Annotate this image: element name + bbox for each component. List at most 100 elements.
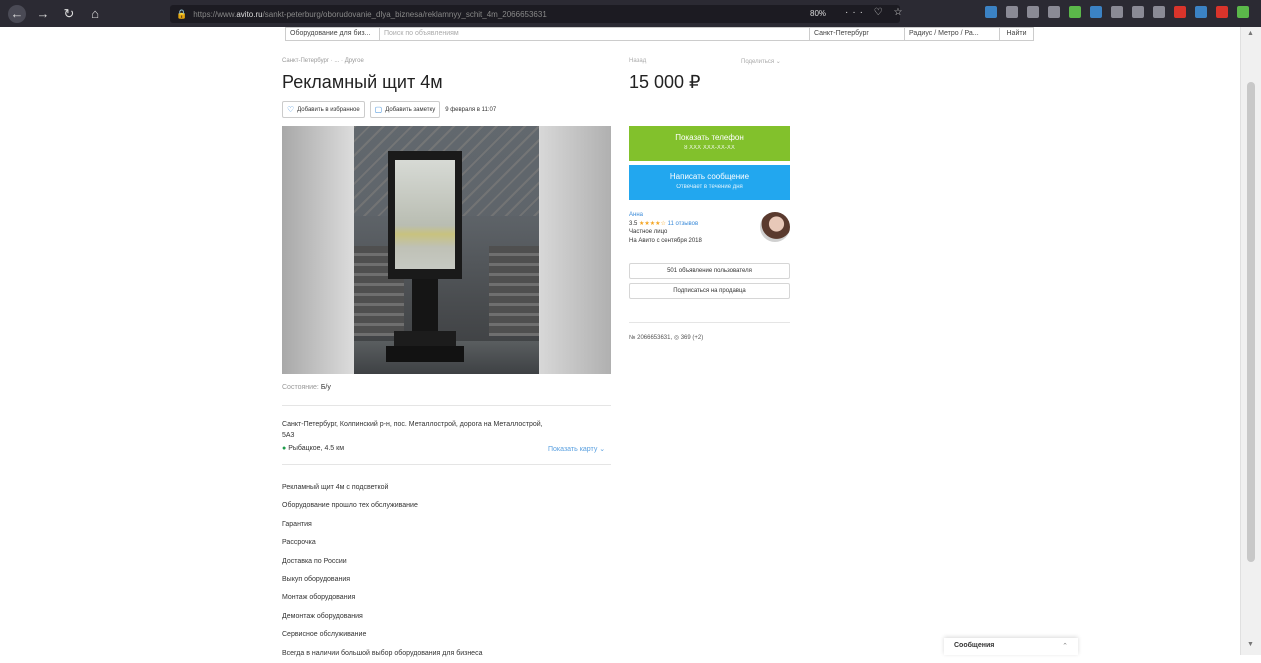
- description-line: Выкуп оборудования: [282, 575, 351, 583]
- description-line: Гарантия: [282, 520, 312, 528]
- forward-arrow-icon[interactable]: →: [34, 5, 52, 23]
- add-favorite-button[interactable]: ♡ Добавить в избранное: [282, 101, 365, 118]
- download-icon[interactable]: [985, 6, 997, 18]
- scroll-down-icon[interactable]: ▼: [1247, 641, 1254, 648]
- extension-green-icon[interactable]: [1069, 6, 1081, 18]
- search-bar: Оборудование для биз... Поиск по объявле…: [285, 27, 1034, 41]
- home-icon[interactable]: ⌂: [86, 5, 104, 23]
- scroll-up-icon[interactable]: ▲: [1247, 30, 1254, 37]
- seller-rating: 3.5 ★★★★☆ 11 отзывов: [629, 220, 702, 229]
- extension-blue-icon[interactable]: [1090, 6, 1102, 18]
- add-note-button[interactable]: ▢ Добавить заметку: [369, 101, 441, 118]
- show-phone-label: Показать телефон: [675, 133, 744, 142]
- url-path: /sankt-peterburg/oborudovanie_dlya_bizne…: [262, 9, 547, 19]
- description-line: Рекламный щит 4м с подсветкой: [282, 484, 389, 491]
- rating-stars-icon: ★★★★☆: [639, 220, 666, 227]
- rating-value: 3.5: [629, 220, 638, 227]
- seller-ads-button[interactable]: 501 объявление пользователя: [629, 263, 790, 279]
- city-select[interactable]: Санкт-Петербург: [810, 27, 905, 41]
- zoom-level[interactable]: 80%: [810, 9, 826, 18]
- seller-type: Частное лицо: [629, 229, 668, 235]
- ad-number: № 2066653631,: [629, 335, 673, 341]
- main-photo[interactable]: [354, 126, 539, 374]
- lock-icon: 🔒: [176, 8, 188, 19]
- divider: [282, 464, 611, 465]
- breadcrumb[interactable]: Санкт-Петербург · ... · Другое: [282, 58, 364, 64]
- sidebar-icon[interactable]: [1027, 6, 1039, 18]
- add-note-label: Добавить заметку: [385, 106, 436, 113]
- screenshot-icon[interactable]: [1153, 6, 1165, 18]
- heart-icon: ♡: [287, 105, 295, 114]
- photo-shelf-right: [489, 246, 539, 336]
- metro-dot-icon: ●: [282, 445, 287, 452]
- page-title: Рекламный щит 4м: [282, 72, 443, 92]
- url-host: avito.ru: [236, 9, 263, 19]
- url-bar[interactable]: 🔒 https://www.avito.ru/sankt-peterburg/o…: [170, 5, 900, 23]
- write-message-button[interactable]: Написать сообщение Отвечает в течение дн…: [629, 165, 790, 200]
- extension-grey-icon[interactable]: [1111, 6, 1123, 18]
- search-input[interactable]: Поиск по объявлениям: [380, 27, 810, 41]
- back-link[interactable]: Назад: [629, 58, 646, 64]
- description-line: Всегда в наличии большой выбор оборудова…: [282, 649, 483, 657]
- metro-label: Рыбацкое, 4.5 км: [288, 445, 345, 452]
- ad-date: 9 февраля в 11:07: [445, 106, 497, 113]
- library-icon[interactable]: [1006, 6, 1018, 18]
- price: 15 000 ₽: [629, 72, 701, 92]
- subscribe-button[interactable]: Подписаться на продавца: [629, 283, 790, 299]
- chevron-up-icon[interactable]: ⌃: [1062, 642, 1068, 651]
- reviews-link[interactable]: 11 отзывов: [668, 221, 699, 227]
- addon-icon[interactable]: [1048, 6, 1060, 18]
- description-line: Доставка по России: [282, 557, 347, 565]
- note-icon: ▢: [374, 105, 383, 114]
- photo-gallery[interactable]: [282, 126, 611, 374]
- divider: [282, 405, 611, 406]
- metro-station: ● Рыбацкое, 4.5 км: [282, 445, 344, 452]
- extension-red-icon[interactable]: [1174, 6, 1186, 18]
- share-link[interactable]: Поделиться ⌄: [741, 58, 781, 65]
- condition-value: Б/у: [320, 384, 331, 391]
- views-count: ◎ 369 (+2): [673, 335, 704, 341]
- category-select[interactable]: Оборудование для биз...: [285, 27, 380, 41]
- extension-icons: [985, 6, 1249, 18]
- show-phone-button[interactable]: Показать телефон 8 XXX XXX-XX-XX: [629, 126, 790, 161]
- gallery-blur-right: [539, 126, 611, 374]
- description-line: Сервисное обслуживание: [282, 631, 367, 639]
- search-button[interactable]: Найти: [1000, 27, 1034, 41]
- description-line: Оборудование прошло тех обслуживание: [282, 502, 418, 510]
- url-actions[interactable]: ··· ♡ ☆: [845, 7, 906, 18]
- notification-icon[interactable]: [1216, 6, 1228, 18]
- condition-label: Состояние:: [282, 384, 319, 391]
- extension-blue2-icon[interactable]: [1195, 6, 1207, 18]
- write-message-label: Написать сообщение: [669, 172, 750, 181]
- ad-meta: № 2066653631, ◎ 369 (+2): [629, 334, 703, 341]
- add-favorite-label: Добавить в избранное: [297, 106, 360, 113]
- gallery-blur-left: [282, 126, 354, 374]
- address: Санкт-Петербург, Колпинский р-н, пос. Ме…: [282, 421, 543, 439]
- messages-widget[interactable]: Сообщения ⌃: [944, 638, 1078, 655]
- phone-mask: 8 XXX XXX-XX-XX: [684, 145, 735, 151]
- seller-avatar[interactable]: [760, 212, 790, 242]
- browser-toolbar: ← → ↻ ⌂ 🔒 https://www.avito.ru/sankt-pet…: [0, 0, 1261, 27]
- radius-select[interactable]: Радиус / Метро / Ра...: [905, 27, 1000, 41]
- description-line: Демонтаж оборудования: [282, 612, 363, 620]
- condition: Состояние: Б/у: [282, 384, 331, 391]
- billboard-pole: [412, 279, 438, 334]
- show-map-link[interactable]: Показать карту ⌄: [548, 445, 605, 453]
- extension-box-icon[interactable]: [1132, 6, 1144, 18]
- response-time: Отвечает в течение дня: [676, 184, 743, 190]
- reload-icon[interactable]: ↻: [60, 5, 78, 23]
- description-line: Рассрочка: [282, 539, 316, 547]
- back-arrow-icon[interactable]: ←: [8, 4, 26, 23]
- billboard-pedestal: [386, 346, 464, 362]
- description: Рекламный щит 4м с подсветкой Оборудован…: [282, 479, 482, 663]
- ad-actions: ♡ Добавить в избранное ▢ Добавить заметк…: [282, 101, 496, 118]
- divider: [629, 322, 790, 323]
- nav-buttons: ← → ↻ ⌂: [0, 4, 160, 23]
- seller-name[interactable]: Анна: [629, 211, 702, 220]
- scrollbar-thumb[interactable]: [1247, 82, 1255, 562]
- messages-label: Сообщения: [954, 642, 995, 649]
- page-scrollbar[interactable]: ▲ ▼: [1240, 27, 1261, 655]
- page-content: Оборудование для биз... Поиск по объявле…: [0, 27, 1240, 657]
- menu-icon[interactable]: [1237, 6, 1249, 18]
- billboard-screen: [395, 160, 455, 269]
